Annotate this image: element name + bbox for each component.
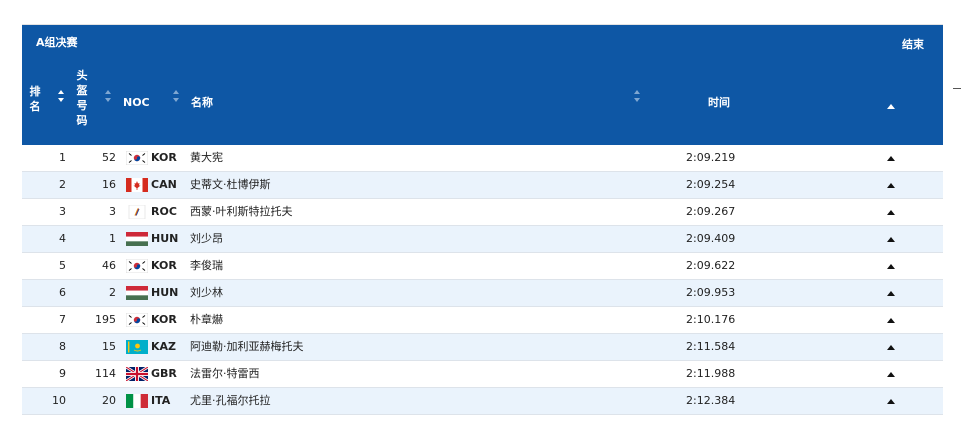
korea-flag-icon — [125, 312, 149, 328]
time-cell: 2:12.384 — [686, 394, 736, 407]
bib-cell: 3 — [109, 205, 116, 218]
rank-cell: 6 — [59, 286, 66, 299]
noc-cell: KAZ — [151, 340, 177, 353]
table-row[interactable]: 5 46 KOR 李俊瑞 2:09.622 — [22, 253, 943, 280]
table-row[interactable]: 4 1 HUN 刘少昂 2:09.409 — [22, 226, 943, 253]
athlete-name[interactable]: 法雷尔·特雷西 — [190, 361, 260, 387]
collapse-all-icon[interactable] — [887, 98, 895, 113]
time-cell: 2:10.176 — [686, 313, 736, 326]
noc-cell: GBR — [151, 367, 177, 380]
bib-cell: 114 — [95, 367, 116, 380]
roc-emblem-icon — [126, 204, 148, 220]
korea-flag-icon — [125, 258, 149, 274]
sort-noc-icon[interactable] — [173, 90, 180, 102]
sort-name-icon[interactable] — [634, 90, 641, 102]
athlete-name[interactable]: 刘少昂 — [190, 226, 223, 252]
bib-cell: 1 — [109, 232, 116, 245]
table-row[interactable]: 7 195 KOR 朴章爀 2:10.176 — [22, 307, 943, 334]
chevron-up-icon[interactable] — [887, 226, 895, 252]
kazakhstan-flag-icon — [126, 340, 148, 354]
table-row[interactable]: 9 114 GBR 法雷尔·特雷西 2:11.988 — [22, 361, 943, 388]
chevron-up-icon[interactable] — [887, 388, 895, 414]
table-row[interactable]: 3 3 ROC 西蒙·叶利斯特拉托夫 2:09.267 — [22, 199, 943, 226]
athlete-name[interactable]: 西蒙·叶利斯特拉托夫 — [190, 199, 293, 225]
table-row[interactable]: 8 15 KAZ 阿迪勒·加利亚赫梅托夫 2:11.584 — [22, 334, 943, 361]
rank-cell: 3 — [59, 205, 66, 218]
results-header: A组决赛 结束 排 名 头 盔 号 码 NOC 名称 时间 — [22, 25, 943, 145]
rank-cell: 2 — [59, 178, 66, 191]
bib-cell: 20 — [102, 394, 116, 407]
sort-bib-icon[interactable] — [105, 90, 112, 102]
time-cell: 2:09.953 — [686, 286, 736, 299]
korea-flag-icon — [125, 150, 149, 166]
noc-cell: KOR — [151, 313, 177, 326]
time-cell: 2:11.584 — [686, 340, 736, 353]
noc-cell: HUN — [151, 232, 179, 245]
noc-cell: HUN — [151, 286, 179, 299]
hungary-flag-icon — [126, 286, 148, 300]
column-header-name[interactable]: 名称 — [191, 95, 213, 110]
rank-cell: 1 — [59, 151, 66, 164]
rank-cell: 9 — [59, 367, 66, 380]
bib-cell: 52 — [102, 151, 116, 164]
rank-cell: 4 — [59, 232, 66, 245]
bib-cell: 15 — [102, 340, 116, 353]
italy-flag-icon — [126, 394, 148, 408]
bib-cell: 195 — [95, 313, 116, 326]
bib-cell: 46 — [102, 259, 116, 272]
athlete-name[interactable]: 李俊瑞 — [190, 253, 223, 279]
sort-rank-icon[interactable] — [58, 90, 65, 102]
chevron-up-icon[interactable] — [887, 199, 895, 225]
hungary-flag-icon — [126, 232, 148, 246]
rank-cell: 10 — [52, 394, 66, 407]
table-row[interactable]: 6 2 HUN 刘少林 2:09.953 — [22, 280, 943, 307]
chevron-up-icon[interactable] — [887, 361, 895, 387]
rank-cell: 5 — [59, 259, 66, 272]
athlete-name[interactable]: 阿迪勒·加利亚赫梅托夫 — [190, 334, 304, 360]
noc-cell: KOR — [151, 259, 177, 272]
bib-cell: 2 — [109, 286, 116, 299]
athlete-name[interactable]: 黄大宪 — [190, 145, 223, 171]
athlete-name[interactable]: 朴章爀 — [190, 307, 223, 333]
athlete-name[interactable]: 刘少林 — [190, 280, 223, 306]
bib-cell: 16 — [102, 178, 116, 191]
time-cell: 2:09.219 — [686, 151, 736, 164]
time-cell: 2:09.254 — [686, 178, 736, 191]
time-cell: 2:09.409 — [686, 232, 736, 245]
time-cell: 2:09.267 — [686, 205, 736, 218]
phase-title: A组决赛 — [36, 36, 78, 49]
time-cell: 2:09.622 — [686, 259, 736, 272]
column-header-noc[interactable]: NOC — [123, 95, 150, 110]
results-table: 1 52 KOR 黄大宪 2:09.219 2 16 CAN 史蒂文·杜博伊斯 … — [22, 145, 943, 415]
event-status: 结束 — [902, 38, 924, 51]
rank-cell: 7 — [59, 313, 66, 326]
noc-cell: KOR — [151, 151, 177, 164]
table-row[interactable]: 1 52 KOR 黄大宪 2:09.219 — [22, 145, 943, 172]
uk-flag-icon — [125, 365, 149, 383]
chevron-up-icon[interactable] — [887, 253, 895, 279]
athlete-name[interactable]: 史蒂文·杜博伊斯 — [190, 172, 271, 198]
chevron-up-icon[interactable] — [887, 145, 895, 171]
chevron-up-icon[interactable] — [887, 334, 895, 360]
table-row[interactable]: 10 20 ITA 尤里·孔福尔托拉 2:12.384 — [22, 388, 943, 415]
column-header-rank[interactable]: 排 名 — [28, 84, 42, 114]
noc-cell: CAN — [151, 178, 177, 191]
chevron-up-icon[interactable] — [887, 172, 895, 198]
chevron-up-icon[interactable] — [887, 307, 895, 333]
table-row[interactable]: 2 16 CAN 史蒂文·杜博伊斯 2:09.254 — [22, 172, 943, 199]
noc-cell: ROC — [151, 205, 177, 218]
canada-flag-icon — [126, 178, 148, 192]
noc-cell: ITA — [151, 394, 171, 407]
chevron-up-icon[interactable] — [887, 280, 895, 306]
column-header-bib[interactable]: 头 盔 号 码 — [75, 68, 89, 128]
scroll-edge-mark — [953, 88, 961, 89]
rank-cell: 8 — [59, 340, 66, 353]
column-header-time[interactable]: 时间 — [708, 95, 730, 110]
time-cell: 2:11.988 — [686, 367, 736, 380]
athlete-name[interactable]: 尤里·孔福尔托拉 — [190, 388, 271, 414]
